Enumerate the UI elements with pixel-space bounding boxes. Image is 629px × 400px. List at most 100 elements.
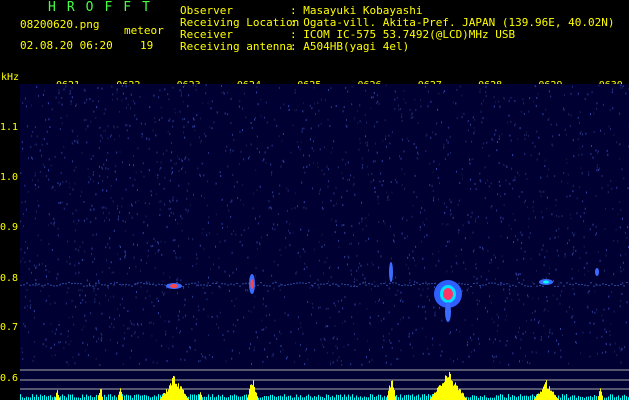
carrier-dash: [536, 285, 538, 287]
noise-dot: [421, 207, 423, 210]
carrier-dash: [323, 283, 325, 285]
noise-dot: [100, 140, 102, 143]
carrier-dash: [578, 284, 580, 286]
noise-dot: [256, 147, 258, 150]
noise-dot: [326, 351, 328, 354]
noise-dot: [243, 203, 245, 206]
trace-bar: [496, 395, 497, 400]
noise-dot: [122, 92, 124, 95]
noise-dot: [505, 318, 506, 321]
noise-dot: [109, 246, 111, 249]
noise-dot: [485, 182, 486, 185]
noise-dot: [551, 143, 553, 146]
noise-dot: [400, 108, 401, 111]
noise-dot: [327, 325, 329, 328]
noise-dot: [494, 355, 496, 358]
peak-bar: [163, 393, 164, 400]
noise-dot: [148, 169, 150, 172]
noise-dot: [554, 236, 556, 239]
noise-dot: [150, 190, 152, 193]
noise-dot: [611, 187, 613, 190]
noise-dot: [384, 119, 386, 122]
carrier-dash: [86, 285, 88, 287]
noise-dot: [180, 358, 182, 361]
carrier-dash: [218, 285, 220, 287]
noise-dot: [489, 261, 490, 264]
noise-dot: [389, 142, 391, 145]
carrier-dash: [230, 283, 232, 285]
noise-dot: [544, 308, 546, 311]
noise-dot: [45, 175, 47, 177]
noise-dot: [435, 133, 437, 136]
noise-dot: [328, 89, 329, 92]
noise-dot: [538, 152, 540, 155]
noise-dot: [534, 310, 536, 313]
noise-dot: [80, 302, 82, 305]
noise-dot: [138, 362, 140, 365]
noise-dot: [469, 336, 471, 339]
noise-dot: [390, 225, 391, 228]
noise-dot: [25, 240, 27, 243]
trace-bar: [110, 394, 111, 400]
trace-bar: [196, 395, 197, 400]
noise-dot: [270, 206, 272, 209]
noise-dot: [343, 106, 345, 109]
noise-dot: [472, 158, 474, 160]
noise-dot: [473, 349, 475, 352]
noise-dot: [479, 246, 481, 249]
noise-dot: [150, 245, 152, 248]
noise-dot: [509, 134, 511, 137]
noise-dot: [557, 236, 559, 238]
noise-dot: [461, 116, 463, 118]
noise-dot: [81, 259, 83, 261]
noise-dot: [34, 340, 35, 343]
noise-dot: [451, 302, 453, 305]
noise-dot: [292, 231, 294, 234]
trace-bar: [290, 395, 291, 400]
noise-dot: [404, 237, 406, 240]
noise-dot: [353, 176, 355, 179]
noise-dot: [256, 135, 258, 138]
carrier-dash: [389, 282, 391, 284]
noise-dot: [497, 266, 499, 269]
noise-dot: [73, 323, 75, 326]
noise-dot: [510, 139, 512, 142]
noise-dot: [205, 135, 207, 138]
noise-dot: [371, 261, 373, 264]
trace-bar: [86, 394, 87, 400]
noise-dot: [558, 343, 560, 346]
noise-dot: [550, 123, 552, 126]
noise-dot: [474, 183, 476, 185]
noise-dot: [263, 116, 265, 119]
noise-dot: [622, 217, 623, 220]
trace-bar: [570, 396, 571, 400]
noise-dot: [146, 137, 148, 140]
noise-dot: [23, 322, 25, 325]
noise-dot: [168, 208, 170, 211]
noise-dot: [556, 214, 558, 217]
noise-dot: [385, 361, 387, 364]
noise-dot: [505, 179, 507, 182]
trace-bar: [454, 395, 455, 400]
noise-dot: [323, 261, 325, 264]
trace-bar: [104, 394, 105, 400]
noise-dot: [137, 336, 139, 339]
noise-dot: [206, 180, 208, 183]
peak-bar: [600, 388, 601, 400]
peak-bar: [98, 395, 99, 400]
noise-dot: [185, 156, 187, 159]
trace-bar: [156, 396, 157, 400]
noise-dot: [338, 356, 340, 359]
noise-dot: [621, 168, 623, 171]
noise-dot: [157, 300, 159, 302]
noise-dot: [526, 178, 528, 180]
trace-bar: [270, 394, 271, 400]
trace-bar: [548, 394, 549, 400]
noise-dot: [87, 125, 89, 128]
noise-dot: [342, 177, 344, 180]
noise-dot: [124, 257, 126, 260]
noise-dot: [525, 131, 527, 134]
noise-dot: [57, 182, 59, 185]
noise-dot: [418, 305, 420, 308]
noise-dot: [67, 335, 69, 338]
